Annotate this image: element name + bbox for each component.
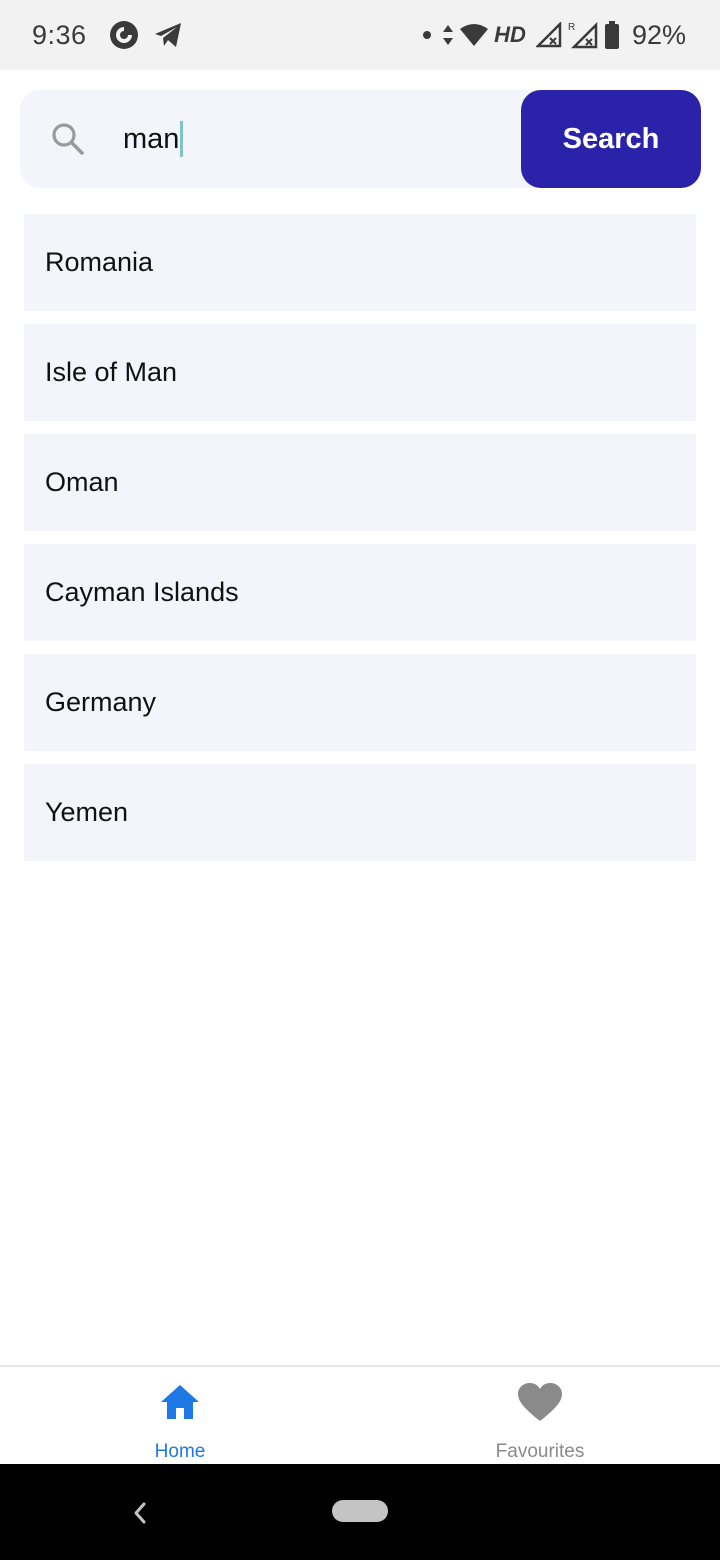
pocket-casts-icon [109, 20, 139, 50]
list-item-label: Germany [45, 687, 157, 717]
system-navigation-bar [0, 1464, 720, 1560]
signal-icon [535, 22, 562, 48]
wifi-icon [460, 24, 489, 46]
battery-icon [604, 21, 620, 49]
list-item-label: Yemen [45, 797, 129, 827]
home-gesture-pill[interactable] [332, 1500, 388, 1522]
list-item[interactable]: Cayman Islands [24, 544, 696, 641]
back-icon[interactable] [128, 1498, 150, 1528]
status-time: 9:36 [32, 19, 87, 50]
list-item-label: Isle of Man [45, 357, 178, 387]
status-bar: 9:36 HD R 92% [0, 0, 720, 70]
home-icon [159, 1383, 201, 1426]
network-type-label: HD [494, 22, 526, 47]
list-item[interactable]: Isle of Man [24, 324, 696, 421]
list-item[interactable]: Romania [24, 214, 696, 311]
list-item-label: Oman [45, 467, 119, 497]
telegram-icon [153, 21, 183, 49]
dot-icon [418, 26, 436, 44]
svg-text:R: R [568, 22, 575, 33]
tab-favourites[interactable]: Favourites [360, 1367, 720, 1464]
bottom-tab-bar: Home Favourites [0, 1365, 720, 1464]
search-icon [51, 122, 85, 156]
app-screen: 9:36 HD R 92% man Search Romania Isle of… [0, 0, 720, 1560]
list-item[interactable]: Germany [24, 654, 696, 751]
status-bar-right: HD R 92% [418, 20, 686, 51]
status-bar-left: 9:36 [32, 20, 197, 51]
search-input[interactable]: man [123, 116, 503, 162]
list-item[interactable]: Yemen [24, 764, 696, 861]
tab-home[interactable]: Home [0, 1367, 360, 1464]
country-results-list: Romania Isle of Man Oman Cayman Islands … [24, 214, 696, 874]
search-bar: man Search [20, 90, 701, 188]
text-caret [180, 121, 184, 157]
signal-roaming-icon: R [568, 21, 598, 49]
list-item-label: Cayman Islands [45, 577, 239, 607]
data-arrows-icon [442, 23, 454, 47]
search-input-value: man [123, 122, 180, 155]
battery-percentage: 92% [631, 19, 686, 50]
tab-favourites-label: Favourites [495, 1441, 585, 1462]
heart-icon [518, 1383, 562, 1428]
search-button[interactable]: Search [521, 90, 701, 188]
list-item-label: Romania [45, 247, 154, 277]
tab-home-label: Home [154, 1441, 206, 1462]
list-item[interactable]: Oman [24, 434, 696, 531]
